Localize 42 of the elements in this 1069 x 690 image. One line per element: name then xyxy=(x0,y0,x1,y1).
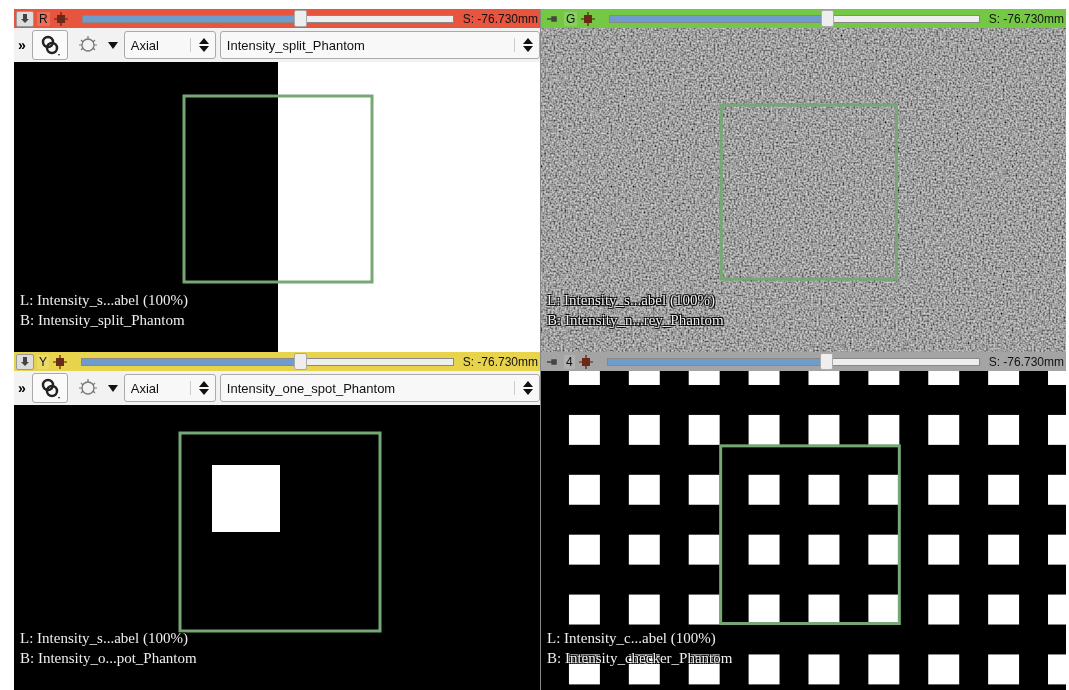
crosshair-icon[interactable] xyxy=(580,11,597,26)
layer-annotation: L: Intensity_s...abel (100%) xyxy=(20,629,189,648)
layer-annotation: L: Intensity_c...abel (100%) xyxy=(547,629,717,648)
view-label: R xyxy=(37,11,50,26)
view-label: 4 xyxy=(564,354,575,369)
up-down-arrows-icon xyxy=(189,38,209,52)
slider-handle[interactable] xyxy=(820,9,834,27)
orientation-selector[interactable]: Axial xyxy=(123,31,216,59)
layer-annotation: B: Intensity_split_Phantom xyxy=(20,311,186,330)
up-down-arrows-icon xyxy=(514,381,533,395)
volume-selector[interactable]: Intensity_one_spot_Phantom xyxy=(219,374,540,402)
slice-offset: S: -76.730mm xyxy=(988,11,1064,26)
slice-offset: S: -76.730mm xyxy=(462,11,538,26)
pin-icon xyxy=(546,357,558,366)
slider-handle[interactable] xyxy=(819,352,833,370)
slice-offset: S: -76.730mm xyxy=(988,354,1064,369)
dropdown-arrow-icon[interactable] xyxy=(107,41,118,49)
more-button[interactable]: » xyxy=(16,37,28,53)
layer-annotation: B: Intensity_o...pot_Phantom xyxy=(20,649,197,668)
pin-icon xyxy=(20,12,30,25)
more-button[interactable]: » xyxy=(16,380,28,396)
dropdown-arrow-icon[interactable] xyxy=(107,384,118,392)
crosshair-icon[interactable] xyxy=(52,11,69,26)
orientation-selector[interactable]: Axial xyxy=(123,374,216,402)
link-button[interactable] xyxy=(31,373,68,403)
link-button[interactable] xyxy=(31,30,68,60)
view-label: Y xyxy=(37,354,49,369)
view-label: G xyxy=(564,11,578,26)
slider-handle[interactable] xyxy=(293,352,307,370)
slider-handle[interactable] xyxy=(293,9,307,27)
up-down-arrows-icon xyxy=(514,38,533,52)
layer-annotation: L: Intensity_s...abel (100%) xyxy=(20,291,188,310)
slice-offset: S: -76.730mm xyxy=(462,354,538,369)
crosshair-icon[interactable] xyxy=(577,354,594,369)
pin-button[interactable] xyxy=(16,353,34,370)
pin-icon xyxy=(20,355,30,368)
pin-button[interactable] xyxy=(16,10,34,27)
pin-icon xyxy=(546,14,558,23)
volume-selector[interactable]: Intensity_split_Phantom xyxy=(219,31,540,59)
up-down-arrows-icon xyxy=(189,381,209,395)
layer-annotation: B: Intensity_n...rey_Phantom xyxy=(547,311,724,330)
crosshair-icon[interactable] xyxy=(52,354,68,369)
